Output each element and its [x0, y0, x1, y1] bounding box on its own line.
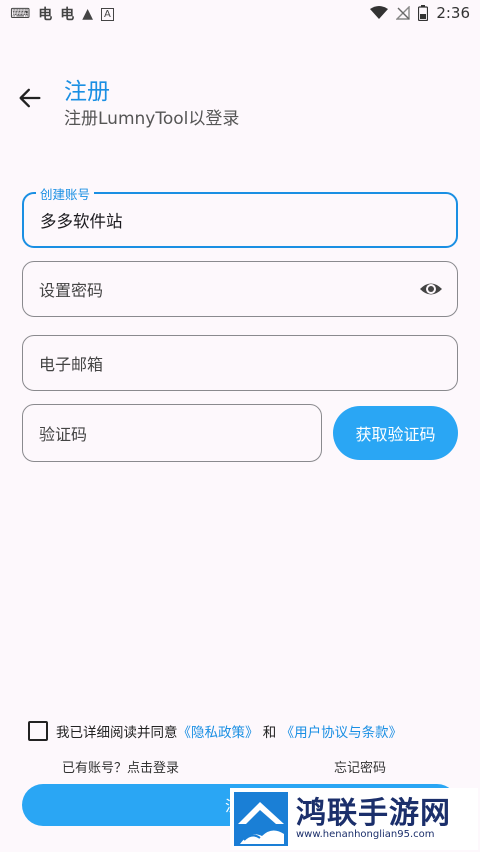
status-icons-left: ⌨ 电 电 ▲ A	[10, 4, 114, 24]
code-placeholder: 验证码	[39, 425, 88, 444]
email-placeholder: 电子邮箱	[39, 355, 104, 374]
app-icon: 电	[60, 7, 75, 23]
agreement-checkbox[interactable]	[28, 721, 48, 741]
agreement-and: 和	[262, 725, 277, 741]
email-field[interactable]: 电子邮箱	[22, 335, 458, 391]
password-field[interactable]: 设置密码	[22, 261, 458, 317]
privacy-policy-link[interactable]: 《隐私政策》	[178, 725, 259, 741]
page-title: 注册	[64, 79, 110, 105]
wifi-icon	[370, 6, 389, 19]
watermark-logo	[234, 792, 288, 846]
forgot-password-link[interactable]: 忘记密码	[334, 757, 386, 776]
app-icon: 电	[38, 7, 53, 23]
font-icon: A	[101, 7, 114, 21]
account-field-label: 创建账号	[36, 184, 95, 203]
password-placeholder: 设置密码	[39, 281, 104, 300]
status-bar: ⌨ 电 电 ▲ A 2:36	[0, 0, 480, 28]
watermark-name: 鸿联手游网	[296, 795, 451, 831]
arrow-left-icon[interactable]	[16, 84, 44, 112]
code-field[interactable]: 验证码	[22, 404, 322, 462]
get-code-button[interactable]: 获取验证码	[333, 406, 458, 460]
eye-icon[interactable]	[419, 277, 443, 301]
battery-icon	[418, 5, 429, 21]
agreement-text: 我已详细阅读并同意	[56, 725, 178, 741]
status-icons-right: 2:36	[370, 4, 470, 22]
clock: 2:36	[436, 4, 470, 22]
account-field-value: 多多软件站	[40, 212, 123, 231]
page-subtitle: 注册LumnyTool以登录	[64, 109, 240, 129]
warning-icon: ▲	[82, 6, 93, 22]
agreement-row: 我已详细阅读并同意《隐私政策》 和 《用户协议与条款》	[28, 721, 402, 741]
watermark-url: www.henanhonglian95.com	[296, 829, 435, 841]
no-signal-icon	[396, 6, 411, 20]
login-link[interactable]: 已有账号？点击登录	[62, 757, 179, 776]
watermark: 鸿联手游网 www.henanhonglian95.com	[230, 788, 478, 850]
account-field[interactable]: 创建账号 多多软件站	[22, 184, 458, 248]
keyboard-icon: ⌨	[10, 6, 31, 22]
terms-link[interactable]: 《用户协议与条款》	[281, 725, 403, 741]
